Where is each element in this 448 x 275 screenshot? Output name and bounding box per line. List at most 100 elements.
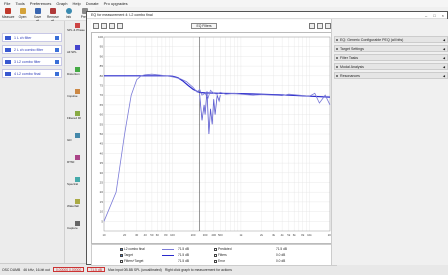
frequency-response-graph[interactable]: 100 95 90 85 80 75 70 65 60 55 50 45 40 35 30 25 20 15 10 5… — [91, 32, 337, 244]
measure-button[interactable]: Measure — [2, 8, 14, 20]
save-all-button[interactable]: Save all — [32, 8, 43, 23]
main-toolbar: Measure Open Save all Remove all Info Pr… — [0, 7, 95, 23]
y-tick-label: 10 — [100, 210, 104, 214]
eq-window-title: EQ for measurement 4: L2 combo final — [91, 13, 153, 17]
all-spl-button[interactable]: All SPL — [67, 45, 87, 54]
expand-icon[interactable]: ◀ — [443, 56, 445, 60]
filtered-ir-button[interactable]: Filtered IR — [67, 111, 87, 120]
measurement-select-icon[interactable] — [55, 36, 59, 40]
x-tick-label: 80 — [164, 233, 168, 237]
legend-item-predicted[interactable]: Predicted — [214, 247, 231, 251]
menu-graph[interactable]: Graph — [56, 1, 67, 6]
measure-icon — [4, 8, 11, 14]
y-tick-label: 85 — [100, 64, 104, 68]
spl-phase-button[interactable]: SPL & Phase — [67, 23, 87, 32]
graph-option-icon[interactable] — [109, 23, 115, 29]
x-tick-label: 10k — [307, 233, 312, 237]
measurement-color-swatch — [5, 36, 11, 40]
bullet-icon — [336, 75, 338, 77]
eq-window: EQ for measurement 4: L2 combo final – □… — [86, 11, 448, 266]
measurement-item[interactable]: 4 L2 combo final — [2, 69, 62, 78]
menu-pro-upgrades[interactable]: Pro upgrades — [104, 1, 128, 6]
graph-toolbar: EQ Filters — [91, 20, 337, 32]
checkbox-icon[interactable] — [120, 259, 123, 263]
graph-selector-strip: SPL & Phase All SPL Distortion Impulse F… — [64, 21, 88, 263]
capture-button[interactable]: Capture — [67, 221, 87, 230]
spectral-button[interactable]: Spectral — [67, 177, 87, 186]
legend-item-l2-combo-final[interactable]: L2 combo final — [120, 247, 145, 251]
waterfall-button[interactable]: Waterfall — [67, 199, 87, 208]
measurement-item[interactable]: 3 L2 combo filter — [2, 57, 62, 66]
eq-window-titlebar: EQ for measurement 4: L2 combo final – □… — [87, 12, 447, 19]
menu-donate[interactable]: Donate — [86, 1, 99, 6]
expand-icon[interactable]: ◀ — [443, 38, 445, 42]
legend-item-target[interactable]: Target — [120, 253, 133, 257]
rt60-button[interactable]: RT60 — [67, 155, 87, 164]
legend-item-error[interactable]: Error — [214, 259, 225, 263]
y-tick-label: 15 — [100, 200, 104, 204]
x-tick-label: 3k — [272, 233, 276, 237]
status-hint: Right click graph to measurement for act… — [164, 267, 232, 272]
info-icon — [65, 8, 72, 14]
x-tick-label: 8k — [301, 233, 305, 237]
checkbox-icon[interactable] — [120, 253, 123, 257]
zoom-icon[interactable] — [309, 23, 315, 29]
measurement-color-swatch — [5, 48, 11, 52]
open-button[interactable]: Open — [17, 8, 28, 20]
legend-item-filters-target[interactable]: Filters+Target — [120, 259, 143, 263]
measurement-select-icon[interactable] — [55, 72, 59, 76]
graph-option-icon[interactable] — [101, 23, 107, 29]
bullet-icon — [336, 39, 338, 41]
eq-filters-button[interactable]: EQ Filters — [191, 23, 217, 29]
group-delay-icon — [74, 133, 80, 138]
graph-option-icon[interactable] — [93, 23, 99, 29]
checkbox-icon[interactable] — [214, 259, 217, 263]
y-tick-label: 40 — [100, 151, 104, 155]
menu-file[interactable]: File — [4, 1, 10, 6]
measurement-select-icon[interactable] — [55, 60, 59, 64]
expand-icon[interactable]: ◀ — [443, 47, 445, 51]
remove-icon — [49, 8, 56, 14]
menu-help[interactable]: Help — [73, 1, 81, 6]
y-tick-label: 45 — [100, 142, 104, 146]
legend-value: 71.5 dB — [178, 247, 189, 251]
panel-header-eq[interactable]: EQ: Generic Configurable PEQ (all bits) ◀ — [334, 36, 448, 43]
checkbox-icon[interactable] — [214, 253, 217, 257]
menu-tools[interactable]: Tools — [15, 1, 24, 6]
legend-line-target — [162, 255, 174, 256]
x-tick-label: 60 — [156, 233, 160, 237]
measurement-select-icon[interactable] — [55, 48, 59, 52]
expand-icon[interactable]: ◀ — [443, 65, 445, 69]
checkbox-icon[interactable] — [214, 247, 217, 251]
pan-icon[interactable] — [317, 23, 323, 29]
impulse-button[interactable]: Impulse — [67, 89, 87, 98]
eq-side-panel: EQ: Generic Configurable PEQ (all bits) ◀… — [331, 19, 448, 265]
expand-icon[interactable]: ◀ — [443, 74, 445, 78]
legend-line-measurement — [162, 249, 174, 250]
panel-header-modal-analysis[interactable]: Modal Analysis ◀ — [334, 63, 448, 70]
x-tick-label: 1k — [239, 233, 243, 237]
close-icon[interactable]: × — [442, 13, 444, 18]
remove-all-button[interactable]: Remove all — [47, 8, 59, 23]
bullet-icon — [336, 57, 338, 59]
distortion-button[interactable]: Distortion — [67, 67, 87, 76]
legend-item-filters[interactable]: Filters — [214, 253, 227, 257]
checkbox-icon[interactable] — [120, 247, 123, 251]
x-tick-label: 20 — [123, 233, 127, 237]
panel-header-target-settings[interactable]: Target Settings ◀ — [334, 45, 448, 52]
measurement-item[interactable]: 1 L ch filter — [2, 33, 62, 42]
gd-button[interactable]: GD — [67, 133, 87, 142]
graph-option-icon[interactable] — [117, 23, 123, 29]
maximize-icon[interactable]: □ — [433, 13, 435, 18]
panel-header-resonances[interactable]: Resonances ◀ — [334, 72, 448, 79]
panel-header-filter-tasks[interactable]: Filter Tasks ◀ — [334, 54, 448, 61]
y-tick-label: 75 — [100, 84, 104, 88]
measurement-color-swatch — [5, 60, 11, 64]
graph-legend: L2 combo final Target Filters+Target 71.… — [91, 244, 337, 266]
measurement-item[interactable]: 2 L ch combo filter — [2, 45, 62, 54]
y-tick-label: 65 — [100, 103, 104, 107]
x-tick-label: 500 — [218, 233, 223, 237]
minimize-icon[interactable]: – — [425, 13, 427, 18]
info-button[interactable]: Info — [63, 8, 74, 20]
menu-preferences[interactable]: Preferences — [30, 1, 52, 6]
